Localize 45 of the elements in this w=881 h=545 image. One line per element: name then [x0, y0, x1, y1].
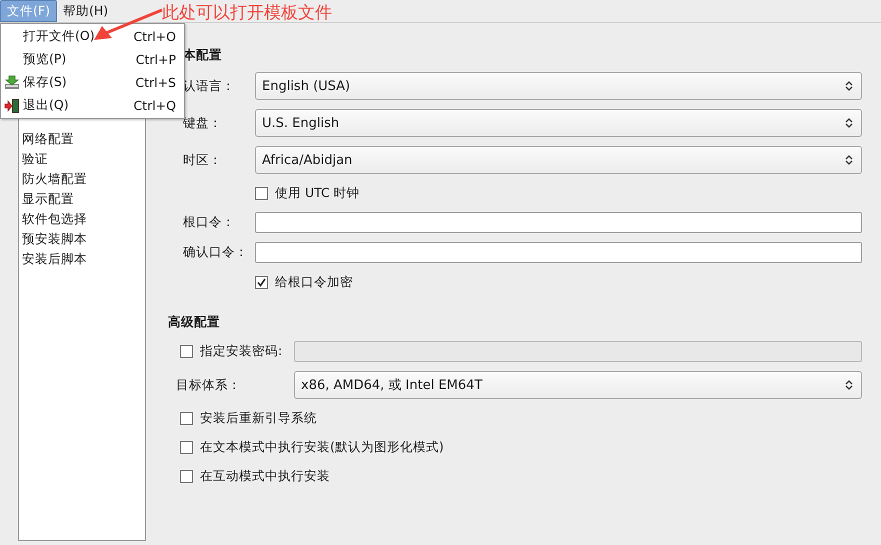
- checkbox-label: 使用 UTC 时钟: [275, 184, 360, 202]
- field-label: 键盘：: [182, 114, 223, 132]
- menu-item[interactable]: 打开文件(O) Ctrl+O: [1, 25, 184, 48]
- spinner-arrows-icon: [845, 379, 853, 391]
- spinner-arrows-icon: [845, 80, 853, 92]
- dropdown[interactable]: English (USA): [255, 72, 862, 100]
- sidebar-item[interactable]: 预安装脚本: [19, 229, 87, 249]
- annotation-text: 此处可以打开模板文件: [162, 2, 332, 24]
- checkbox[interactable]: [180, 470, 193, 482]
- field-label: 认语言：: [182, 78, 236, 94]
- field-label: 根口令：: [182, 214, 236, 231]
- exit-door-icon: [4, 98, 20, 114]
- download-tray-icon: [4, 75, 20, 90]
- dropdown[interactable]: U.S. English: [255, 109, 862, 137]
- checkbox-label: 在互动模式中执行安装: [200, 468, 330, 484]
- sidebar-item[interactable]: 显示配置: [19, 189, 74, 209]
- checkbox[interactable]: [180, 440, 193, 454]
- sidebar-item[interactable]: 软件包选择: [19, 209, 87, 229]
- dropdown[interactable]: x86, AMD64, 或 Intel EM64T: [294, 371, 862, 399]
- password-field[interactable]: [294, 341, 862, 362]
- checkbox[interactable]: [180, 412, 193, 424]
- field-label: 时区：: [182, 152, 223, 168]
- sidebar-item[interactable]: 网络配置: [19, 129, 74, 149]
- checkbox-label: 指定安装密码:: [200, 343, 282, 360]
- checkbox[interactable]: [180, 345, 193, 358]
- checkbox-label: 给根口令加密: [275, 274, 353, 290]
- checkbox[interactable]: [255, 276, 268, 288]
- sidebar-item[interactable]: 验证: [19, 149, 48, 169]
- sidebar-item[interactable]: 防火墙配置: [19, 169, 87, 189]
- menu-item[interactable]: 预览(P) Ctrl+P: [1, 48, 184, 71]
- spinner-arrows-icon: [845, 117, 853, 129]
- section-heading: 高级配置: [168, 314, 221, 331]
- menu-item[interactable]: 帮助(H): [56, 0, 114, 22]
- field-label: 确认口令：: [182, 244, 249, 261]
- sidebar-item[interactable]: 安装后脚本: [19, 249, 87, 269]
- password-field[interactable]: [255, 242, 862, 263]
- checkbox-label: 在文本模式中执行安装(默认为图形化模式): [200, 438, 444, 456]
- dropdown[interactable]: Africa/Abidjan: [255, 146, 862, 174]
- checkbox-label: 安装后重新引导系统: [200, 410, 317, 426]
- password-field[interactable]: [255, 212, 862, 233]
- field-label: 目标体系：: [176, 376, 242, 394]
- checkbox[interactable]: [255, 186, 268, 200]
- menu-item[interactable]: 退出(Q) Ctrl+Q: [1, 94, 184, 117]
- spinner-arrows-icon: [845, 154, 853, 166]
- menu-item[interactable]: 保存(S) Ctrl+S: [1, 71, 184, 94]
